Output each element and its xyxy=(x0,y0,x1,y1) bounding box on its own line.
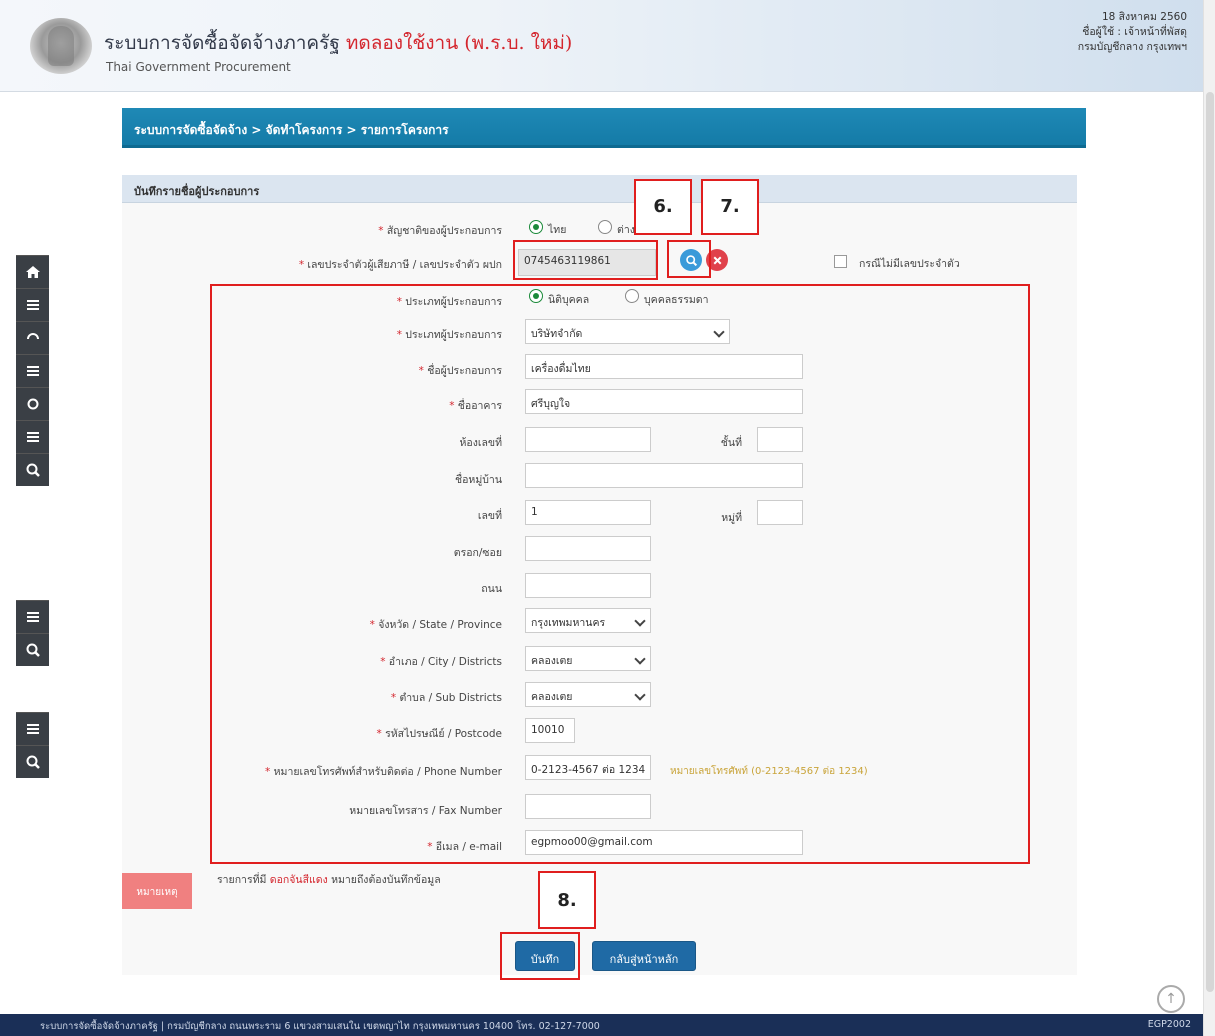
app-title-en: Thai Government Procurement xyxy=(106,60,291,74)
menu-button-4[interactable] xyxy=(16,600,49,633)
close-icon xyxy=(713,256,721,264)
nationality-foreign-radio[interactable] xyxy=(598,220,612,234)
sidebar-tools-group-1 xyxy=(16,255,49,486)
home-icon xyxy=(25,266,40,278)
menu-button-2[interactable] xyxy=(16,354,49,387)
scrollbar-thumb[interactable] xyxy=(1206,92,1214,992)
sidebar-tools-group-2 xyxy=(16,600,49,666)
circle-button[interactable] xyxy=(16,387,49,420)
nationality-label: * สัญชาติของผู้ประกอบการ xyxy=(378,225,502,237)
callout-7: 7. xyxy=(701,179,759,235)
circle-icon xyxy=(27,398,38,410)
menu-icon xyxy=(26,366,39,376)
scroll-top-button[interactable]: ↑ xyxy=(1157,985,1185,1013)
app-title: ระบบการจัดซื้อจัดจ้างภาครัฐ ทดลองใช้งาน … xyxy=(104,28,572,58)
current-date: 18 สิงหาคม 2560 xyxy=(1101,11,1187,23)
annotation-box-search xyxy=(667,240,711,278)
footer-text: ระบบการจัดซื้อจัดจ้างภาครัฐ | กรมบัญชีกล… xyxy=(40,1021,600,1032)
menu-button-1[interactable] xyxy=(16,288,49,321)
no-taxid-label: กรณีไม่มีเลขประจำตัว xyxy=(859,258,960,270)
search-icon xyxy=(26,463,40,477)
page-footer: ระบบการจัดซื้อจัดจ้างภาครัฐ | กรมบัญชีกล… xyxy=(0,1014,1215,1036)
callout-6: 6. xyxy=(634,179,692,235)
search-icon xyxy=(26,643,40,657)
menu-icon xyxy=(26,432,39,442)
page-scrollbar[interactable] xyxy=(1203,0,1215,1036)
breadcrumb: ระบบการจัดซื้อจัดจ้าง > จัดทำโครงการ > ร… xyxy=(122,108,1086,148)
sidebar-tools-group-3 xyxy=(16,712,49,778)
panel-title: บันทึกรายชื่อผู้ประกอบการ xyxy=(122,175,1077,203)
refresh-icon xyxy=(26,333,39,340)
search-button-3[interactable] xyxy=(16,745,49,778)
menu-icon xyxy=(26,612,39,622)
search-button-2[interactable] xyxy=(16,633,49,666)
menu-button-3[interactable] xyxy=(16,420,49,453)
app-header: ระบบการจัดซื้อจัดจ้างภาครัฐ ทดลองใช้งาน … xyxy=(0,0,1215,92)
search-icon xyxy=(26,755,40,769)
government-emblem-logo xyxy=(30,18,92,74)
menu-icon xyxy=(26,300,39,310)
note-text: รายการที่มี ดอกจันสีแดง หมายถึงต้องบันทึ… xyxy=(217,874,441,886)
menu-icon xyxy=(26,724,39,734)
note-tag: หมายเหตุ xyxy=(122,873,192,909)
user-name: ชื่อผู้ใช้ : เจ้าหน้าที่พัสดุ xyxy=(1082,26,1187,38)
nationality-thai-radio[interactable] xyxy=(529,220,543,234)
refresh-button[interactable] xyxy=(16,321,49,354)
no-taxid-checkbox[interactable] xyxy=(834,255,847,268)
back-to-main-button[interactable]: กลับสู่หน้าหลัก xyxy=(592,941,696,971)
annotation-box-form-fields xyxy=(210,284,1030,864)
search-button-1[interactable] xyxy=(16,453,49,486)
app-title-main: ระบบการจัดซื้อจัดจ้างภาครัฐ xyxy=(104,32,340,54)
annotation-box-save xyxy=(500,932,580,980)
user-org: กรมบัญชีกลาง กรุงเทพฯ xyxy=(1077,41,1187,53)
callout-8: 8. xyxy=(538,871,596,929)
annotation-box-taxid xyxy=(513,240,658,280)
app-title-suffix: ทดลองใช้งาน (พ.ร.บ. ใหม่) xyxy=(345,32,573,54)
taxid-label: * เลขประจำตัวผู้เสียภาษี / เลขประจำตัว ผ… xyxy=(298,259,502,271)
nationality-thai-label: ไทย xyxy=(548,224,567,236)
menu-button-5[interactable] xyxy=(16,712,49,745)
footer-version: EGP2002 xyxy=(1147,1019,1191,1030)
home-button[interactable] xyxy=(16,255,49,288)
user-info: 18 สิงหาคม 2560 ชื่อผู้ใช้ : เจ้าหน้าที่… xyxy=(1078,10,1187,55)
